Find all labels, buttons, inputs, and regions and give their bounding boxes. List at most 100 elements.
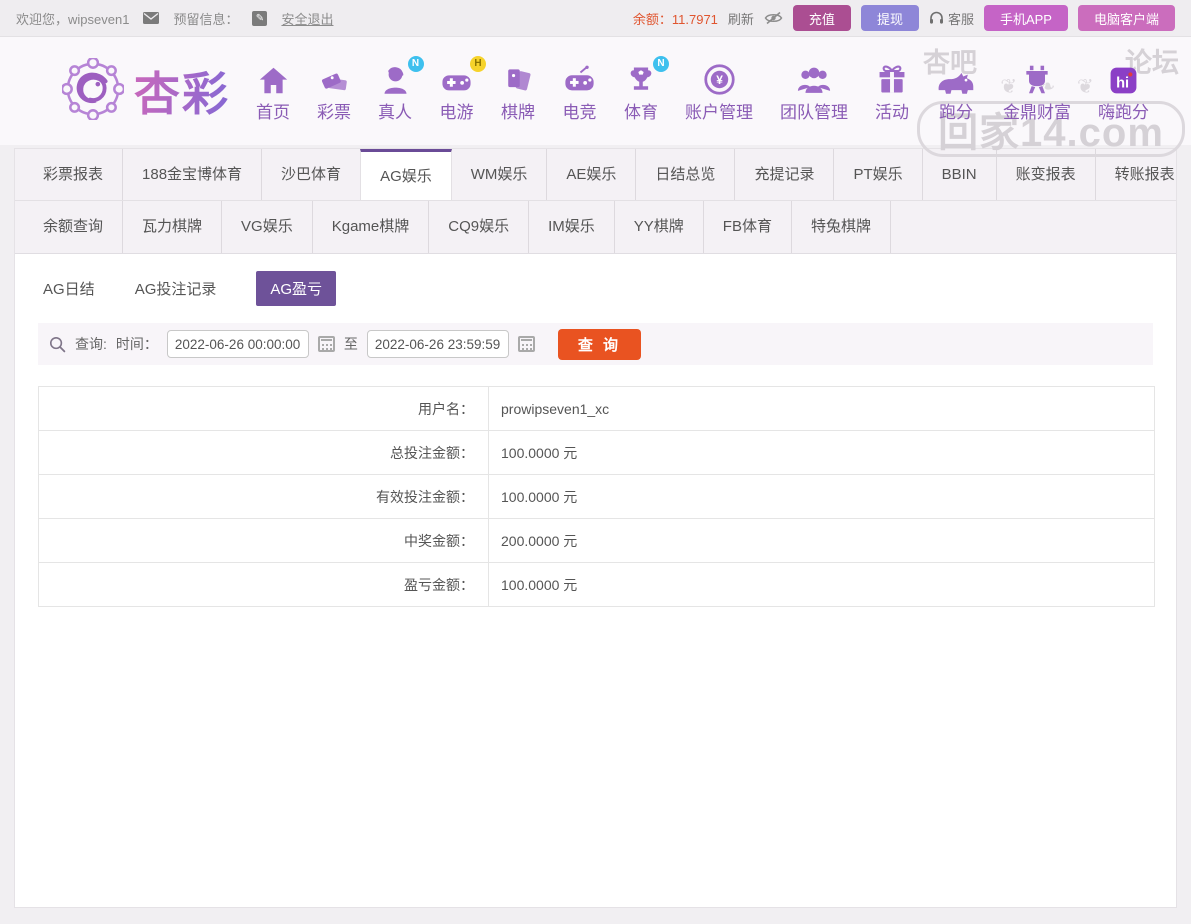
tab-FB体育[interactable]: FB体育	[704, 201, 792, 253]
subtab-AG日结[interactable]: AG日结	[43, 278, 95, 299]
tab-PT娱乐[interactable]: PT娱乐	[834, 149, 923, 200]
tab-YY棋牌[interactable]: YY棋牌	[615, 201, 704, 253]
customer-service-link[interactable]: 客服	[929, 9, 974, 28]
rhino-icon	[936, 60, 976, 96]
report-tabs: 彩票报表 188金宝博体育 沙巴体育 AG娱乐 WM娱乐 AE娱乐 日结总览 充提记录 PT娱乐…	[15, 149, 1176, 254]
tab-沙巴体育[interactable]: 沙巴体育	[262, 149, 362, 200]
subtab-AG盈亏[interactable]: AG盈亏	[256, 271, 337, 306]
tab-CQ9娱乐[interactable]: CQ9娱乐	[429, 201, 530, 253]
mobile-app-button[interactable]: 手机APP	[983, 5, 1068, 31]
nav-item-label: 真人	[378, 102, 412, 122]
table-row: 盈亏金额： 100.0000 元	[38, 562, 1155, 607]
nav-item-label: 体育	[624, 102, 658, 122]
nav-item-live-person[interactable]: N 真人	[378, 55, 424, 123]
svg-text:hi: hi	[1116, 75, 1129, 91]
table-row: 有效投注金额： 100.0000 元	[38, 474, 1155, 519]
tab-row-1: 彩票报表 188金宝博体育 沙巴体育 AG娱乐 WM娱乐 AE娱乐 日结总览 充提记录 PT娱乐…	[15, 149, 1176, 201]
withdraw-button[interactable]: 提现	[860, 5, 919, 31]
nav-item-golden-tripod[interactable]: 金鼎财富	[1003, 60, 1071, 123]
row-label: 用户名：	[38, 386, 489, 431]
table-row: 用户名： prowipseven1_xc	[38, 386, 1155, 431]
balance-text: 余额：11.7971	[632, 11, 718, 27]
header: 杏彩 首页 彩票 N 真人 H 电游 棋牌 电竞 N 体育 ¥ 账户管理 团队管理 活动 跑分 金鼎财富 hi 嗨…	[0, 37, 1191, 157]
site-logo[interactable]: 杏彩	[60, 56, 230, 125]
nav-item-trophy[interactable]: N 体育	[624, 55, 669, 123]
tab-账变报表[interactable]: 账变报表	[997, 149, 1096, 200]
nav-item-tickets[interactable]: 彩票	[317, 60, 351, 123]
query-submit-button[interactable]: 查 询	[557, 328, 642, 360]
nav-item-home[interactable]: 首页	[256, 60, 290, 123]
tab-日结总览[interactable]: 日结总览	[636, 149, 736, 200]
welcome-text: 欢迎您，wipseven1	[16, 11, 130, 27]
nav-item-label: 账户管理	[685, 102, 753, 122]
start-time-input[interactable]	[166, 330, 309, 358]
nav-badge: N	[653, 55, 669, 72]
nav-item-rhino[interactable]: 跑分	[936, 60, 976, 123]
nav-item-cards[interactable]: 棋牌	[501, 60, 535, 123]
tab-余额查询[interactable]: 余额查询	[24, 201, 124, 253]
nav-item-label: 首页	[256, 102, 290, 122]
live-person-icon: N	[379, 55, 424, 96]
row-value: 100.0000 元	[488, 474, 1155, 519]
message-envelope-icon[interactable]	[143, 12, 160, 24]
nav-item-hi-app[interactable]: hi 嗨跑分	[1098, 60, 1149, 123]
tab-转账报表[interactable]: 转账报表	[1096, 149, 1191, 200]
nav-item-label: 电竞	[562, 102, 597, 122]
nav-item-team[interactable]: 团队管理	[780, 60, 848, 123]
nav-badge: N	[407, 55, 424, 72]
pc-client-button[interactable]: 电脑客户端	[1077, 5, 1175, 31]
nav-item-label: 嗨跑分	[1098, 102, 1149, 122]
gamepad-icon: H	[439, 55, 486, 96]
refresh-link[interactable]: 刷新	[728, 9, 754, 28]
query-bar: 查询: 时间： 至 查 询	[38, 323, 1153, 365]
svg-text:¥: ¥	[716, 73, 723, 87]
trophy-icon: N	[625, 55, 669, 96]
tickets-icon	[317, 60, 351, 96]
recharge-button[interactable]: 充值	[792, 5, 851, 31]
tab-AG娱乐[interactable]: AG娱乐	[360, 149, 452, 200]
nav-item-account-coin[interactable]: ¥ 账户管理	[685, 60, 753, 123]
row-label: 有效投注金额：	[38, 474, 489, 519]
tab-WM娱乐[interactable]: WM娱乐	[452, 149, 548, 200]
tab-AE娱乐[interactable]: AE娱乐	[547, 149, 637, 200]
nav-item-gift[interactable]: 活动	[875, 60, 909, 123]
home-icon	[257, 60, 290, 96]
tab-Kgame棋牌[interactable]: Kgame棋牌	[313, 201, 430, 253]
nav-item-label: 跑分	[939, 102, 973, 122]
calendar-icon-end[interactable]	[517, 336, 535, 352]
team-icon	[796, 60, 832, 96]
nav-item-esports[interactable]: 电竞	[562, 60, 597, 123]
search-icon	[49, 336, 66, 353]
topbar: 欢迎您，wipseven1 预留信息： ✎ 安全退出 余额：11.7971 刷新…	[0, 0, 1191, 37]
logo-text: 杏彩	[134, 58, 230, 124]
tab-VG娱乐[interactable]: VG娱乐	[222, 201, 313, 253]
nav-item-label: 金鼎财富	[1003, 102, 1071, 122]
tab-188金宝博体育[interactable]: 188金宝博体育	[123, 149, 263, 200]
to-label: 至	[343, 336, 358, 352]
nav-item-gamepad[interactable]: H 电游	[439, 55, 486, 123]
tab-BBIN[interactable]: BBIN	[923, 149, 997, 200]
row-value: prowipseven1_xc	[488, 386, 1155, 431]
nav-item-label: 活动	[875, 102, 909, 122]
edit-pencil-icon[interactable]: ✎	[252, 10, 268, 26]
row-value: 100.0000 元	[488, 430, 1155, 475]
cards-icon	[502, 60, 534, 96]
nav-badge: H	[470, 55, 486, 72]
calendar-icon-start[interactable]	[317, 336, 335, 352]
row-label: 总投注金额：	[38, 430, 489, 475]
logout-link[interactable]: 安全退出	[281, 9, 333, 28]
row-value: 200.0000 元	[488, 518, 1155, 563]
eye-slash-icon[interactable]	[764, 11, 783, 25]
tab-瓦力棋牌[interactable]: 瓦力棋牌	[123, 201, 223, 253]
reserved-info-label: 预留信息：	[173, 11, 239, 27]
ag-subtabs: AG日结 AG投注记录 AG盈亏	[15, 254, 1176, 306]
end-time-input[interactable]	[366, 330, 509, 358]
profit-report-table: 用户名： prowipseven1_xc 总投注金额： 100.0000 元有效投注金…	[38, 386, 1155, 607]
account-coin-icon: ¥	[703, 60, 736, 96]
tab-充提记录[interactable]: 充提记录	[735, 149, 835, 200]
table-row: 中奖金额： 200.0000 元	[38, 518, 1155, 563]
tab-IM娱乐[interactable]: IM娱乐	[529, 201, 615, 253]
tab-彩票报表[interactable]: 彩票报表	[24, 149, 124, 200]
tab-特兔棋牌[interactable]: 特兔棋牌	[792, 201, 891, 253]
subtab-AG投注记录[interactable]: AG投注记录	[135, 278, 217, 299]
